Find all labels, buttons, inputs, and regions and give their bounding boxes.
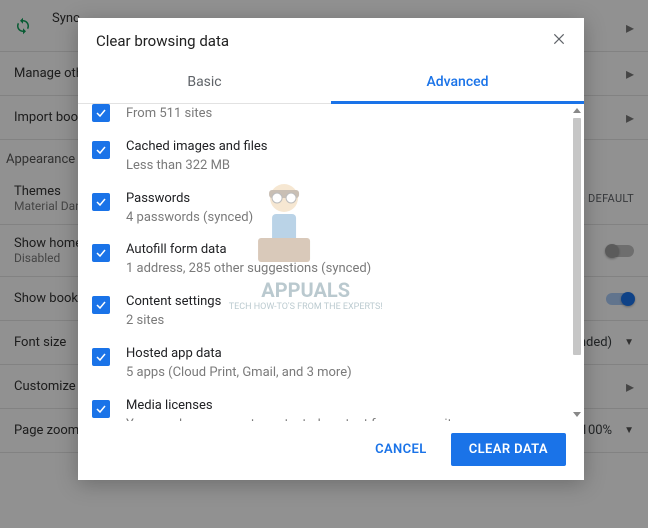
cancel-button[interactable]: CANCEL (357, 433, 445, 466)
dialog-title: Clear browsing data (96, 32, 229, 50)
item-sub: 5 apps (Cloud Print, Gmail, and 3 more) (126, 365, 352, 382)
dialog-scroll-area: From 511 sites Cached images and files L… (78, 104, 584, 421)
scroll-thumb[interactable] (573, 118, 581, 355)
item-sub: Less than 322 MB (126, 158, 267, 175)
list-item[interactable]: Autofill form data 1 address, 285 other … (78, 234, 572, 286)
list-item[interactable]: Hosted app data 5 apps (Cloud Print, Gma… (78, 338, 572, 390)
list-item[interactable]: Passwords 4 passwords (synced) (78, 183, 572, 235)
item-sub: You may lose access to protected content… (126, 417, 469, 421)
scroll-track[interactable] (573, 118, 581, 407)
checkbox[interactable] (92, 104, 110, 122)
tab-basic[interactable]: Basic (78, 60, 331, 103)
list-item[interactable]: Media licenses You may lose access to pr… (78, 390, 572, 421)
item-sub: From 511 sites (126, 106, 212, 123)
dialog-footer: CANCEL CLEAR DATA (78, 421, 584, 480)
item-title: Hosted app data (126, 346, 352, 363)
item-title: Cached images and files (126, 139, 267, 156)
item-sub: 4 passwords (synced) (126, 210, 253, 227)
scrollbar[interactable] (572, 108, 582, 417)
tab-advanced[interactable]: Advanced (331, 60, 584, 104)
item-title: Media licenses (126, 398, 469, 415)
close-icon[interactable] (552, 32, 566, 50)
dialog-tabs: Basic Advanced (78, 60, 584, 104)
clear-data-button[interactable]: CLEAR DATA (451, 433, 566, 466)
scroll-up-icon[interactable] (573, 108, 581, 113)
item-title: Autofill form data (126, 242, 371, 259)
item-sub: 2 sites (126, 313, 221, 330)
dialog-header: Clear browsing data (78, 18, 584, 60)
item-sub: 1 address, 285 other suggestions (synced… (126, 261, 371, 278)
checkbox[interactable] (92, 193, 110, 211)
list-item[interactable]: Cached images and files Less than 322 MB (78, 131, 572, 183)
list-item[interactable]: Content settings 2 sites (78, 286, 572, 338)
checkbox[interactable] (92, 244, 110, 262)
checkbox[interactable] (92, 400, 110, 418)
clear-browsing-data-dialog: Clear browsing data Basic Advanced From … (78, 18, 584, 480)
item-title: Content settings (126, 294, 221, 311)
checkbox[interactable] (92, 296, 110, 314)
checkbox[interactable] (92, 348, 110, 366)
checkbox[interactable] (92, 141, 110, 159)
item-title: Passwords (126, 191, 253, 208)
list-item[interactable]: From 511 sites (78, 104, 572, 131)
options-list: From 511 sites Cached images and files L… (78, 104, 572, 421)
scroll-down-icon[interactable] (573, 412, 581, 417)
